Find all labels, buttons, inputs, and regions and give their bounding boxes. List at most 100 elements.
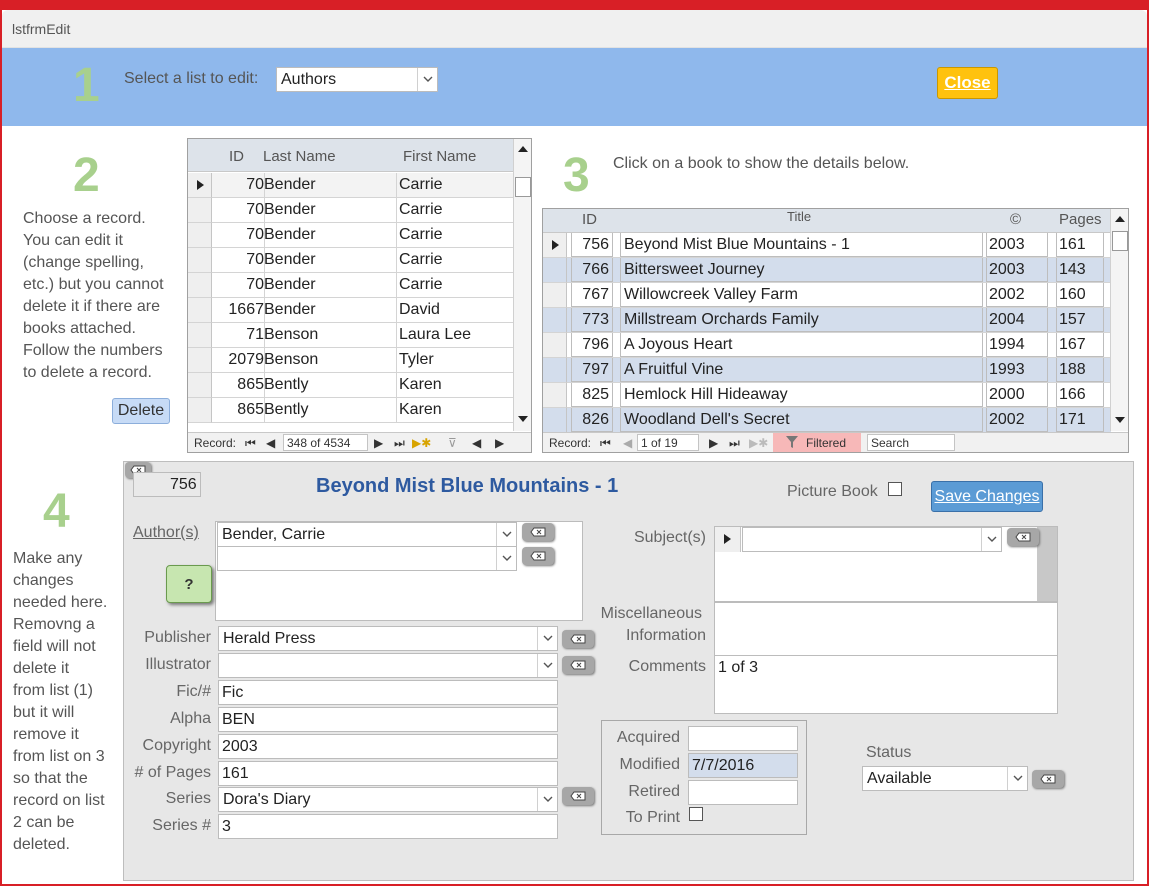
scroll-left-icon[interactable]: ◀	[472, 436, 481, 450]
first-record-icon[interactable]: ⏮	[245, 436, 256, 451]
search-input[interactable]: Search	[867, 434, 955, 451]
row-selector[interactable]	[543, 333, 567, 358]
row-selector[interactable]	[188, 173, 212, 198]
row-selector[interactable]	[188, 398, 212, 423]
close-button[interactable]: Close	[937, 67, 998, 99]
scroll-up-icon[interactable]	[518, 145, 528, 153]
row-selector[interactable]	[543, 383, 567, 408]
alpha-field[interactable]: BEN	[218, 707, 558, 732]
books-col-id[interactable]: ID	[582, 211, 597, 228]
row-selector[interactable]	[543, 408, 567, 433]
authors-scrollbar[interactable]	[513, 139, 531, 431]
row-selector[interactable]	[715, 527, 741, 552]
series-select[interactable]: Dora's Diary	[218, 787, 558, 812]
author-row[interactable]: 865 Bently Karen	[212, 398, 514, 423]
author-row[interactable]: 71 Benson Laura Lee	[212, 323, 514, 348]
illustrator-select[interactable]	[218, 653, 558, 678]
author-row[interactable]: 70 Bender Carrie	[212, 223, 514, 248]
list-select[interactable]: Authors	[276, 67, 438, 92]
row-selector[interactable]	[188, 223, 212, 248]
eraser-icon[interactable]	[522, 547, 554, 565]
scroll-down-icon[interactable]	[518, 415, 528, 423]
acquired-field[interactable]	[688, 726, 798, 751]
books-col-pages[interactable]: Pages	[1059, 211, 1102, 228]
chevron-down-icon[interactable]	[1007, 767, 1027, 790]
author-row[interactable]: 70 Bender Carrie	[212, 198, 514, 223]
row-selector[interactable]	[188, 323, 212, 348]
scroll-right-icon[interactable]: ▶	[495, 436, 504, 450]
eraser-icon[interactable]	[562, 630, 594, 648]
row-selector[interactable]	[543, 233, 567, 258]
author-row[interactable]: 1667 Bender David	[212, 298, 514, 323]
scroll-down-icon[interactable]	[1115, 416, 1125, 424]
author-row[interactable]: 2079 Benson Tyler	[212, 348, 514, 373]
author-1-select[interactable]: Bender, Carrie	[217, 522, 517, 547]
book-row[interactable]: 766 Bittersweet Journey 2003 143	[543, 258, 1111, 283]
author-row[interactable]: 70 Bender Carrie	[212, 173, 514, 198]
status-select[interactable]: Available	[862, 766, 1028, 791]
save-changes-button[interactable]: Save Changes	[931, 481, 1043, 512]
eraser-icon[interactable]	[522, 523, 554, 541]
eraser-icon[interactable]	[1032, 770, 1064, 788]
book-row[interactable]: 797 A Fruitful Vine 1993 188	[543, 358, 1111, 383]
eraser-icon[interactable]	[562, 656, 594, 674]
next-record-icon[interactable]: ▶	[374, 436, 383, 450]
next-record-icon[interactable]: ▶	[709, 436, 718, 450]
copyright-field[interactable]: 2003	[218, 734, 558, 759]
author-2-select[interactable]	[217, 546, 517, 571]
chevron-down-icon[interactable]	[496, 547, 516, 570]
books-col-copyright[interactable]: ©	[1010, 211, 1021, 228]
modified-field[interactable]: 7/7/2016	[688, 753, 798, 778]
book-row[interactable]: 756 Beyond Mist Blue Mountains - 1 2003 161	[543, 233, 1111, 258]
chevron-down-icon[interactable]	[496, 523, 516, 546]
first-record-icon[interactable]: ⏮	[600, 436, 611, 451]
delete-button[interactable]: Delete	[112, 398, 170, 424]
row-selector[interactable]	[188, 298, 212, 323]
row-selector[interactable]	[188, 373, 212, 398]
book-row[interactable]: 796 A Joyous Heart 1994 167	[543, 333, 1111, 358]
row-selector[interactable]	[188, 348, 212, 373]
picture-book-checkbox[interactable]	[888, 482, 902, 496]
row-selector[interactable]	[188, 273, 212, 298]
author-row[interactable]: 865 Bently Karen	[212, 373, 514, 398]
eraser-icon[interactable]	[562, 787, 594, 805]
retired-field[interactable]	[688, 780, 798, 805]
row-selector[interactable]	[543, 258, 567, 283]
subject-select[interactable]	[742, 527, 1002, 552]
chevron-down-icon[interactable]	[537, 627, 557, 650]
pages-field[interactable]: 161	[218, 761, 558, 786]
authors-col-first[interactable]: First Name	[403, 148, 476, 165]
row-selector[interactable]	[543, 308, 567, 333]
record-id-field[interactable]: 756	[133, 472, 201, 497]
row-selector[interactable]	[543, 283, 567, 308]
books-col-title[interactable]: Title	[787, 209, 811, 224]
chevron-down-icon[interactable]	[981, 528, 1001, 551]
prev-record-icon[interactable]: ◀	[623, 436, 632, 450]
books-scroll-thumb[interactable]	[1112, 231, 1128, 251]
subjects-scrollbar[interactable]	[1037, 527, 1057, 601]
to-print-checkbox[interactable]	[689, 807, 703, 821]
book-row[interactable]: 767 Willowcreek Valley Farm 2002 160	[543, 283, 1111, 308]
new-record-icon[interactable]: ▶✱	[412, 436, 431, 450]
last-record-icon[interactable]: ⏭	[394, 436, 405, 451]
fic-field[interactable]: Fic	[218, 680, 558, 705]
book-row[interactable]: 826 Woodland Dell's Secret 2002 171	[543, 408, 1111, 433]
help-button[interactable]: ?	[166, 565, 212, 603]
row-selector[interactable]	[543, 358, 567, 383]
scroll-up-icon[interactable]	[1115, 215, 1125, 223]
series-number-field[interactable]: 3	[218, 814, 558, 839]
books-scrollbar[interactable]	[1110, 209, 1128, 431]
row-selector[interactable]	[188, 248, 212, 273]
row-selector[interactable]	[188, 198, 212, 223]
publisher-select[interactable]: Herald Press	[218, 626, 558, 651]
author-row[interactable]: 70 Bender Carrie	[212, 248, 514, 273]
chevron-down-icon[interactable]	[417, 68, 437, 91]
no-filter-icon[interactable]: ⊽	[448, 436, 457, 450]
authors-col-last[interactable]: Last Name	[263, 148, 336, 165]
book-row[interactable]: 773 Millstream Orchards Family 2004 157	[543, 308, 1111, 333]
prev-record-icon[interactable]: ◀	[266, 436, 275, 450]
chevron-down-icon[interactable]	[537, 654, 557, 677]
authors-scroll-thumb[interactable]	[515, 177, 531, 197]
new-record-icon[interactable]: ▶✱	[749, 436, 768, 450]
eraser-icon[interactable]	[1007, 528, 1039, 546]
